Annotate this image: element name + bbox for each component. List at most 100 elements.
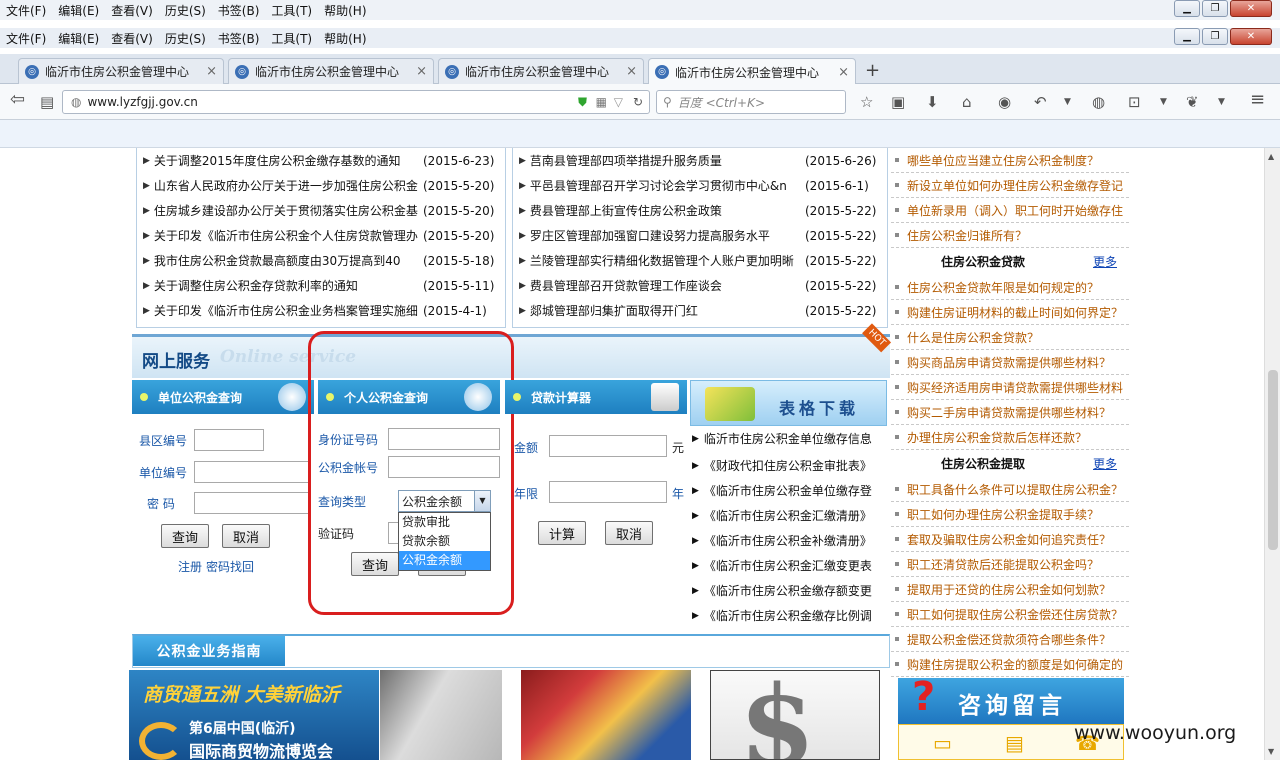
chevron-down-icon[interactable]: ▼ (1160, 97, 1167, 107)
home-icon[interactable]: ⌂ (962, 93, 972, 111)
unit-code-input[interactable] (194, 461, 309, 483)
menu-edit[interactable]: 编辑(E) (52, 30, 105, 47)
dollar-image[interactable]: $ (710, 670, 880, 760)
undo-icon[interactable]: ↶ (1034, 93, 1047, 111)
more-link[interactable]: 更多 (1093, 253, 1117, 270)
chevron-down-icon[interactable]: ▼ (1064, 97, 1071, 107)
shield-icon[interactable]: ⛊ (578, 95, 587, 110)
faq-item[interactable]: 单位新录用（调入）职工何时开始缴存住 (891, 198, 1129, 223)
news-item[interactable]: ▶ 罗庄区管理部加强窗口建设努力提高服务水平 (2015-5-22) (513, 223, 887, 248)
faq-item[interactable]: 购买二手房申请贷款需提供哪些材料？ (891, 400, 1129, 425)
news-item[interactable]: ▶ 费县管理部召开贷款管理工作座谈会 (2015-5-22) (513, 273, 887, 298)
faq-item[interactable]: 办理住房公积金贷款后怎样还款？ (891, 425, 1129, 450)
reload-icon[interactable]: ↻ (633, 95, 643, 109)
download-item[interactable]: ▶ 临沂市住房公积金单位缴存信息 (692, 426, 887, 451)
tab-close-icon[interactable]: × (416, 64, 427, 79)
password-recover-link[interactable]: 密码找回 (206, 558, 254, 575)
minimize-icon[interactable]: ▁ (1174, 0, 1200, 17)
expo-banner[interactable]: 商贸通五洲 大美新临沂 第6届中国(临沂) 国际商贸物流博览会 (129, 670, 379, 760)
dropdown-icon[interactable]: ▽ (614, 95, 623, 109)
menu-history[interactable]: 历史(S) (159, 2, 212, 19)
reading-list-icon[interactable]: ▣ (891, 93, 905, 111)
compute-button[interactable]: 计算 (538, 521, 586, 545)
download-title[interactable]: 临沂市住房公积金单位缴存信息 (704, 430, 872, 447)
faq-text[interactable]: 购买经济适用房申请贷款需提供哪些材料 (907, 379, 1123, 396)
download-item[interactable]: ▶ 《临沂市住房公积金汇缴变更表 (692, 553, 887, 578)
faq-text[interactable]: 购建住房提取公积金的额度是如何确定的 (907, 656, 1123, 673)
tab-close-icon[interactable]: × (626, 64, 637, 79)
faq-item[interactable]: 住房公积金归谁所有？ (891, 223, 1129, 248)
news-title[interactable]: 山东省人民政府办公厅关于进一步加强住房公积金 (154, 177, 423, 194)
download-title[interactable]: 《临沂市住房公积金补缴清册》 (704, 532, 872, 549)
faq-text[interactable]: 购买商品房申请贷款需提供哪些材料？ (907, 354, 1111, 371)
menu-bookmarks[interactable]: 书签(B) (212, 30, 266, 47)
unit-cancel-button[interactable]: 取消 (222, 524, 270, 548)
faq-text[interactable]: 哪些单位应当建立住房公积金制度？ (907, 152, 1099, 169)
news-title[interactable]: 费县管理部上街宣传住房公积金政策 (530, 202, 805, 219)
menu-history[interactable]: 历史(S) (159, 30, 212, 47)
document-icon[interactable]: ▤ (1005, 731, 1024, 755)
menu-edit[interactable]: 编辑(E) (52, 2, 105, 19)
faq-item[interactable]: 职工如何提取住房公积金偿还住房贷款？ (891, 602, 1129, 627)
handshake-image[interactable] (380, 670, 502, 760)
browser-tab[interactable]: ◎ 临沂市住房公积金管理中心 × (228, 58, 434, 84)
faq-item[interactable]: 购买商品房申请贷款需提供哪些材料？ (891, 350, 1129, 375)
news-title[interactable]: 费县管理部召开贷款管理工作座谈会 (530, 277, 805, 294)
news-title[interactable]: 关于印发《临沂市住房公积金业务档案管理实施细 (154, 302, 423, 319)
minimize-icon[interactable]: ▁ (1174, 28, 1200, 45)
faq-item[interactable]: 职工如何办理住房公积金提取手续？ (891, 502, 1129, 527)
news-item[interactable]: ▶ 兰陵管理部实行精细化数据管理个人账户更加明晰 (2015-5-22) (513, 248, 887, 273)
download-title[interactable]: 《临沂市住房公积金单位缴存登 (704, 482, 872, 499)
news-item[interactable]: ▶ 郯城管理部归集扩面取得开门红 (2015-5-22) (513, 298, 887, 323)
faq-item[interactable]: 什么是住房公积金贷款？ (891, 325, 1129, 350)
faq-item[interactable]: 住房公积金贷款年限是如何规定的？ (891, 275, 1129, 300)
download-item[interactable]: ▶ 《临沂市住房公积金补缴清册》 (692, 528, 887, 553)
menu-help[interactable]: 帮助(H) (318, 2, 372, 19)
faq-item[interactable]: 新设立单位如何办理住房公积金缴存登记 (891, 173, 1129, 198)
comment-icon[interactable]: ◍ (1092, 93, 1105, 111)
faq-item[interactable]: 职工还清贷款后还能提取公积金吗？ (891, 552, 1129, 577)
news-item[interactable]: ▶ 关于调整2015年度住房公积金缴存基数的通知 (2015-6-23) (137, 148, 505, 173)
chevron-down-icon[interactable]: ▼ (1218, 97, 1225, 107)
news-item[interactable]: ▶ 平邑县管理部召开学习讨论会学习贯彻市中心&n (2015-6-1) (513, 173, 887, 198)
password-input[interactable] (194, 492, 309, 514)
faq-item[interactable]: 购建住房证明材料的截止时间如何界定？ (891, 300, 1129, 325)
news-item[interactable]: ▶ 山东省人民政府办公厅关于进一步加强住房公积金 (2015-5-20) (137, 173, 505, 198)
page-icon[interactable]: ▤ (40, 93, 54, 111)
menu-view[interactable]: 查看(V) (105, 2, 159, 19)
maximize-icon[interactable]: ❐ (1202, 0, 1228, 17)
faq-text[interactable]: 提取公积金偿还贷款须符合哪些条件？ (907, 631, 1111, 648)
news-title[interactable]: 关于调整住房公积金存贷款利率的通知 (154, 277, 423, 294)
menu-tools[interactable]: 工具(T) (265, 30, 318, 47)
faq-item[interactable]: 购买经济适用房申请贷款需提供哪些材料 (891, 375, 1129, 400)
menu-file[interactable]: 文件(F) (0, 2, 52, 19)
vertical-scrollbar[interactable]: ▲ ▼ (1264, 148, 1280, 760)
faq-item[interactable]: 提取公积金偿还贷款须符合哪些条件？ (891, 627, 1129, 652)
download-item[interactable]: ▶ 《财政代扣住房公积金审批表》 (692, 453, 887, 478)
news-item[interactable]: ▶ 莒南县管理部四项举措提升服务质量 (2015-6-26) (513, 148, 887, 173)
news-item[interactable]: ▶ 关于印发《临沂市住房公积金业务档案管理实施细 (2015-4-1) (137, 298, 505, 323)
menu-icon[interactable]: ≡ (1250, 89, 1265, 110)
menu-file[interactable]: 文件(F) (0, 30, 52, 47)
close-icon[interactable]: ✕ (1230, 28, 1272, 45)
faq-item[interactable]: 职工具备什么条件可以提取住房公积金？ (891, 477, 1129, 502)
news-title[interactable]: 我市住房公积金贷款最高额度由30万提高到40 (154, 252, 423, 269)
download-title[interactable]: 《财政代扣住房公积金审批表》 (704, 457, 872, 474)
faq-text[interactable]: 购买二手房申请贷款需提供哪些材料？ (907, 404, 1111, 421)
bank-cards-image[interactable] (521, 670, 691, 760)
consult-banner[interactable]: ? 咨询留言 (898, 674, 1124, 724)
tab-close-icon[interactable]: × (206, 64, 217, 79)
news-item[interactable]: ▶ 我市住房公积金贷款最高额度由30万提高到40 (2015-5-18) (137, 248, 505, 273)
download-item[interactable]: ▶ 《临沂市住房公积金单位缴存登 (692, 478, 887, 503)
news-title[interactable]: 平邑县管理部召开学习讨论会学习贯彻市中心&n (530, 177, 805, 194)
faq-text[interactable]: 职工还清贷款后还能提取公积金吗？ (907, 556, 1099, 573)
faq-text[interactable]: 职工如何提取住房公积金偿还住房贷款？ (907, 606, 1123, 623)
county-code-input[interactable] (194, 429, 264, 451)
news-title[interactable]: 兰陵管理部实行精细化数据管理个人账户更加明晰 (530, 252, 805, 269)
faq-text[interactable]: 新设立单位如何办理住房公积金缴存登记 (907, 177, 1123, 194)
news-item[interactable]: ▶ 关于调整住房公积金存贷款利率的通知 (2015-5-11) (137, 273, 505, 298)
news-item[interactable]: ▶ 住房城乡建设部办公厅关于贯彻落实住房公积金基 (2015-5-20) (137, 198, 505, 223)
close-icon[interactable]: ✕ (1230, 0, 1272, 17)
download-item[interactable]: ▶ 《临沂市住房公积金汇缴清册》 (692, 503, 887, 528)
news-title[interactable]: 郯城管理部归集扩面取得开门红 (530, 302, 805, 319)
